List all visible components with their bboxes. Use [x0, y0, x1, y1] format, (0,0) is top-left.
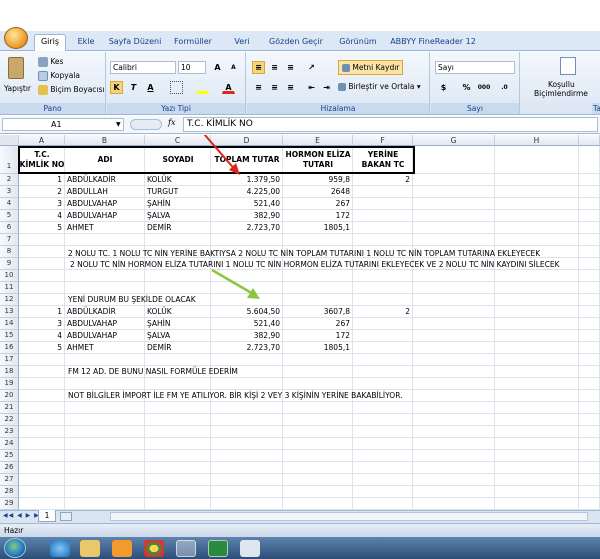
- number-group-label: Sayı: [431, 103, 519, 114]
- borders-icon[interactable]: [170, 81, 183, 94]
- fill-color-icon[interactable]: [196, 81, 209, 94]
- brush-icon: [38, 85, 48, 95]
- name-box-dropdown-icon[interactable]: ▼: [116, 121, 121, 128]
- tab-sayfa-duzeni[interactable]: Sayfa Düzeni: [106, 35, 164, 51]
- office-button[interactable]: [4, 27, 28, 49]
- merge-center-button[interactable]: Birleştir ve Ortala ▾: [338, 82, 421, 91]
- tab-gorunum[interactable]: Görünüm: [336, 35, 380, 51]
- merge-center-label: Birleştir ve Ortala: [348, 82, 415, 91]
- tab-abbyy[interactable]: ABBYY FineReader 12: [388, 35, 478, 51]
- copy-icon: [38, 71, 48, 81]
- horizontal-scrollbar[interactable]: [110, 512, 588, 521]
- align-top-icon[interactable]: ≡: [252, 61, 265, 74]
- conditional-formatting-label2[interactable]: Biçimlendirme: [534, 89, 588, 98]
- align-bottom-icon[interactable]: ≡: [284, 61, 297, 74]
- status-bar: Hazır: [0, 523, 600, 537]
- insert-function-button[interactable]: fx: [168, 118, 175, 127]
- status-text: Hazır: [4, 526, 24, 535]
- formula-bar-cancel-enter[interactable]: [130, 119, 162, 130]
- align-right-icon[interactable]: ≡: [284, 81, 297, 94]
- wrap-text-label: Metni Kaydır: [352, 63, 400, 72]
- align-left-icon[interactable]: ≡: [252, 81, 265, 94]
- percent-button[interactable]: %: [460, 81, 473, 94]
- green-arrow: [211, 268, 256, 297]
- tab-gozden-gecir[interactable]: Gözden Geçir: [264, 35, 328, 51]
- wrap-text-icon: [342, 64, 350, 72]
- wrap-text-button[interactable]: Metni Kaydır: [338, 60, 404, 75]
- comma-style-button[interactable]: 000: [475, 81, 493, 94]
- format-painter-button[interactable]: Biçim Boyacısı: [38, 85, 104, 95]
- ie-icon[interactable]: [50, 540, 70, 557]
- underline-button[interactable]: A: [144, 81, 157, 94]
- annotation-arrows: [203, 135, 260, 299]
- styles-group-label: Ta: [592, 103, 600, 114]
- italic-button[interactable]: T: [127, 81, 140, 94]
- increase-indent-icon[interactable]: ⇥: [320, 81, 333, 94]
- decrease-indent-icon[interactable]: ⇤: [305, 81, 318, 94]
- scissors-icon: [38, 57, 48, 67]
- chrome-icon[interactable]: [144, 540, 164, 557]
- number-format-select[interactable]: Sayı: [435, 61, 515, 74]
- tab-giris[interactable]: Giriş: [34, 34, 66, 52]
- grow-font-button[interactable]: A: [211, 61, 224, 74]
- excel-icon[interactable]: [208, 540, 228, 557]
- notepad-icon[interactable]: [240, 540, 260, 557]
- orientation-icon[interactable]: ↗: [305, 61, 318, 74]
- start-button[interactable]: [4, 538, 26, 558]
- red-arrow: [203, 135, 238, 173]
- align-center-icon[interactable]: ≡: [268, 81, 281, 94]
- copy-label: Kopyala: [50, 71, 80, 80]
- insert-sheet-icon[interactable]: [60, 512, 72, 521]
- paste-icon[interactable]: [8, 57, 24, 79]
- window-top: [0, 0, 600, 31]
- currency-icon[interactable]: $: [437, 81, 450, 94]
- format-painter-label: Biçim Boyacısı: [50, 85, 105, 94]
- font-size-select[interactable]: 10: [178, 61, 206, 74]
- copy-button[interactable]: Kopyala: [38, 71, 80, 81]
- onenote-icon[interactable]: [176, 540, 196, 557]
- shrink-font-button[interactable]: A: [227, 61, 240, 74]
- media-player-icon[interactable]: [112, 540, 132, 557]
- font-color-button[interactable]: A: [222, 81, 235, 94]
- sheet-tab-1[interactable]: 1: [38, 510, 56, 522]
- cut-label: Kes: [50, 57, 64, 66]
- explorer-icon[interactable]: [80, 540, 100, 557]
- conditional-formatting-label[interactable]: Koşullu: [548, 80, 575, 89]
- name-box[interactable]: A1: [2, 118, 124, 131]
- paste-button[interactable]: Yapıştır: [4, 84, 31, 93]
- alignment-group-label: Hizalama: [247, 103, 429, 114]
- align-middle-icon[interactable]: ≡: [268, 61, 281, 74]
- tab-formuller[interactable]: Formüller: [170, 35, 216, 51]
- worksheet-grid[interactable]: A B C D E F G H 1 2 3 4 5 6 7 8 9 10 11 12 13 14 15 16 1…: [0, 135, 600, 510]
- formula-input[interactable]: T.C. KİMLİK NO: [183, 117, 598, 132]
- conditional-formatting-icon[interactable]: [560, 57, 576, 75]
- clipboard-group-label: Pano: [0, 103, 105, 114]
- cut-button[interactable]: Kes: [38, 57, 63, 67]
- font-name-select[interactable]: Calibri: [110, 61, 176, 74]
- font-group-label: Yazı Tipi: [107, 103, 245, 114]
- tab-veri[interactable]: Veri: [230, 35, 254, 51]
- merge-icon: [338, 83, 346, 91]
- bold-button[interactable]: K: [110, 81, 123, 94]
- tab-ekle[interactable]: Ekle: [72, 35, 100, 51]
- green-arrowhead: [247, 288, 260, 299]
- increase-decimal-icon[interactable]: .0: [498, 81, 511, 94]
